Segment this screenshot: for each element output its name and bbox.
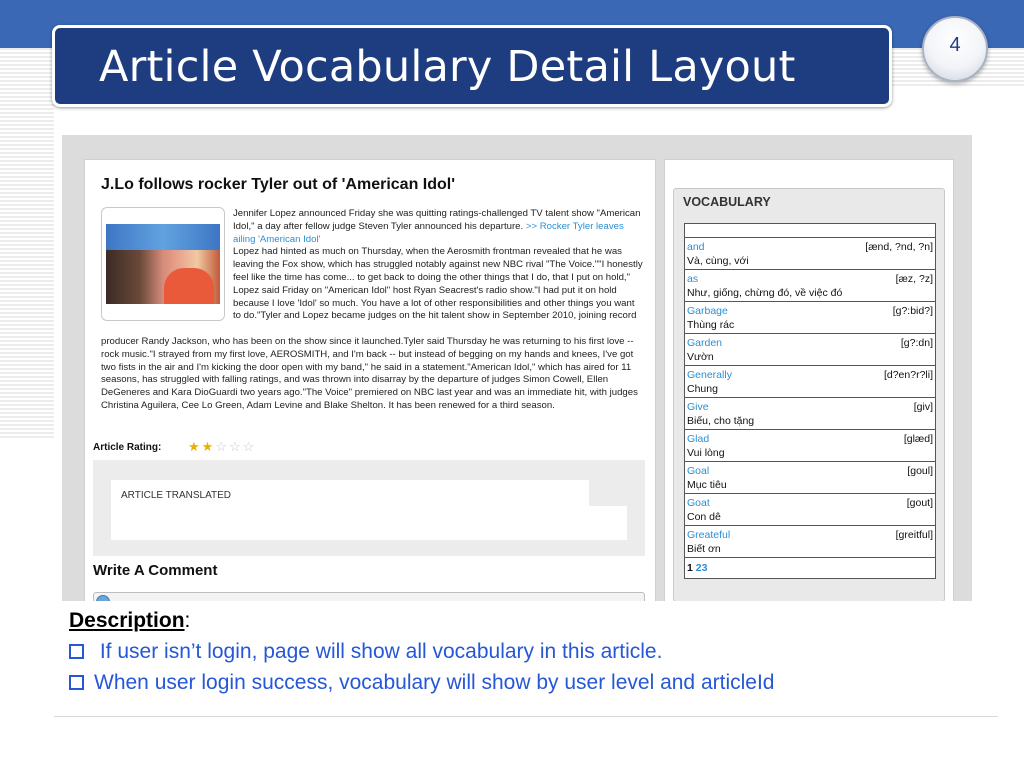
vocabulary-item: and [ænd, ?nd, ?n] Và, cùng, với bbox=[685, 238, 935, 270]
comment-input[interactable] bbox=[93, 592, 645, 601]
vocab-pronunciation: [d?en?r?li] bbox=[883, 369, 933, 381]
checkbox-bullet-icon bbox=[69, 675, 84, 690]
article-rating-stars[interactable]: ★★☆☆☆ bbox=[188, 439, 256, 455]
vocab-meaning: Biếu, cho tặng bbox=[687, 415, 755, 427]
article-screenshot: J.Lo follows rocker Tyler out of 'Americ… bbox=[62, 135, 972, 601]
article-title: J.Lo follows rocker Tyler out of 'Americ… bbox=[101, 176, 456, 193]
vocab-word[interactable]: as bbox=[687, 273, 698, 285]
vocab-meaning: Biết ơn bbox=[687, 543, 721, 555]
star-icon[interactable]: ★ bbox=[188, 439, 202, 454]
vocabulary-item: Goat [gout] Con dê bbox=[685, 494, 935, 526]
vocab-pronunciation: [g?:bid?] bbox=[892, 305, 933, 317]
page-number: 4 bbox=[949, 34, 961, 56]
vocab-pronunciation: [gout] bbox=[906, 497, 933, 509]
vocab-meaning: Vườn bbox=[687, 351, 714, 363]
description-heading: Description: bbox=[69, 609, 190, 633]
description-item: If user isn’t login, page will show all … bbox=[69, 640, 662, 664]
vocabulary-panel: VOCABULARY and [ænd, ?nd, ?n] Và, cùng, … bbox=[664, 159, 954, 601]
page-current: 1 bbox=[687, 562, 693, 574]
article-body-right: Jennifer Lopez announced Friday she was … bbox=[233, 208, 643, 323]
vocab-word[interactable]: Garden bbox=[687, 337, 722, 349]
vocabulary-item: Goal [goul] Mục tiêu bbox=[685, 462, 935, 494]
article-paragraph-2: Lopez had hinted as much on Thursday, wh… bbox=[233, 246, 643, 322]
vocabulary-header: VOCABULARY bbox=[683, 195, 771, 209]
vocab-meaning: Thùng rác bbox=[687, 319, 735, 331]
vocab-pronunciation: [æz, ?z] bbox=[895, 273, 933, 285]
description-heading-label: Description bbox=[69, 609, 185, 632]
vocab-word[interactable]: Give bbox=[687, 401, 709, 413]
vocab-pronunciation: [g?:dn] bbox=[900, 337, 933, 349]
description-item: When user login success, vocabulary will… bbox=[69, 671, 774, 695]
vocab-word[interactable]: Goat bbox=[687, 497, 710, 509]
description-heading-colon: : bbox=[184, 609, 191, 632]
vocab-word[interactable]: Glad bbox=[687, 433, 709, 445]
vocab-word[interactable]: Goal bbox=[687, 465, 709, 477]
vocabulary-item: Glad [glæd] Vui lòng bbox=[685, 430, 935, 462]
vocabulary-item: Give [giv] Biếu, cho tặng bbox=[685, 398, 935, 430]
slide-title: Article Vocabulary Detail Layout bbox=[99, 42, 796, 92]
vocab-meaning: Mục tiêu bbox=[687, 479, 727, 491]
article-translated-label: ARTICLE TRANSLATED bbox=[121, 490, 232, 501]
vocab-pronunciation: [goul] bbox=[907, 465, 933, 477]
vocabulary-list: and [ænd, ?nd, ?n] Và, cùng, với as [æz,… bbox=[684, 223, 936, 579]
vocab-word[interactable]: Garbage bbox=[687, 305, 728, 317]
star-icon[interactable]: ☆ bbox=[215, 439, 229, 454]
footer-divider bbox=[54, 716, 998, 717]
description-item-text: When user login success, vocabulary will… bbox=[94, 671, 775, 694]
vocab-meaning: Con dê bbox=[687, 511, 721, 523]
vocab-pronunciation: [ænd, ?nd, ?n] bbox=[865, 241, 933, 253]
globe-icon bbox=[96, 595, 110, 601]
vocab-word[interactable]: Generally bbox=[687, 369, 732, 381]
page-link-3[interactable]: 3 bbox=[702, 562, 708, 574]
star-icon[interactable]: ☆ bbox=[243, 439, 257, 454]
page-number-badge: 4 bbox=[922, 16, 988, 82]
vocab-meaning: Vui lòng bbox=[687, 447, 725, 459]
article-body-full: producer Randy Jackson, who has been on … bbox=[101, 336, 638, 411]
slide-title-box: Article Vocabulary Detail Layout bbox=[52, 25, 892, 107]
article-photo bbox=[101, 207, 225, 321]
vocab-word[interactable]: Greateful bbox=[687, 529, 730, 541]
star-icon[interactable]: ★ bbox=[202, 439, 216, 454]
checkbox-bullet-icon bbox=[69, 644, 84, 659]
vocabulary-item: Garden [g?:dn] Vườn bbox=[685, 334, 935, 366]
vocab-pronunciation: [greitful] bbox=[895, 529, 933, 541]
write-comment-heading: Write A Comment bbox=[93, 562, 218, 579]
vocabulary-box: VOCABULARY and [ænd, ?nd, ?n] Và, cùng, … bbox=[673, 188, 945, 601]
vocabulary-item: Generally [d?en?r?li] Chung bbox=[685, 366, 935, 398]
vocab-meaning: Như, giống, chừng đó, về việc đó bbox=[687, 287, 843, 299]
article-image bbox=[106, 224, 220, 304]
vocab-pronunciation: [giv] bbox=[913, 401, 933, 413]
vocabulary-item: as [æz, ?z] Như, giống, chừng đó, về việ… bbox=[685, 270, 935, 302]
star-icon[interactable]: ☆ bbox=[229, 439, 243, 454]
vocab-meaning: Chung bbox=[687, 383, 718, 395]
vocab-meaning: Và, cùng, với bbox=[687, 255, 749, 267]
vocabulary-pagination: 1 23 bbox=[685, 558, 935, 576]
article-panel: J.Lo follows rocker Tyler out of 'Americ… bbox=[84, 159, 656, 601]
article-translated-box: ARTICLE TRANSLATED bbox=[93, 460, 645, 556]
vocab-pronunciation: [glæd] bbox=[903, 433, 933, 445]
vocabulary-item: Garbage [g?:bid?] Thùng rác bbox=[685, 302, 935, 334]
left-stripe-decoration bbox=[0, 48, 54, 438]
vocabulary-item: Greateful [greitful] Biết ơn bbox=[685, 526, 935, 558]
vocab-word[interactable]: and bbox=[687, 241, 705, 253]
article-rating-label: Article Rating: bbox=[93, 442, 162, 453]
description-item-text: If user isn’t login, page will show all … bbox=[94, 640, 663, 663]
